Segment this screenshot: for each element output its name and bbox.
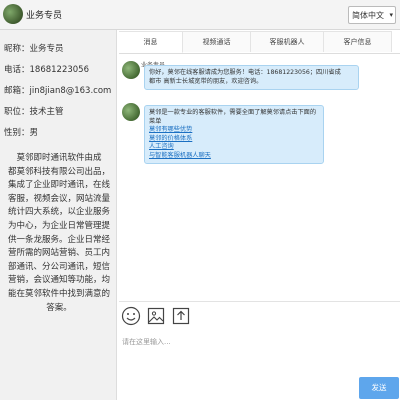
- file-upload-icon[interactable]: [171, 306, 191, 326]
- language-select[interactable]: 简体中文 ▾: [348, 6, 396, 24]
- tab-messages[interactable]: 消息: [119, 31, 183, 53]
- image-icon[interactable]: [146, 306, 166, 326]
- profile-position: 职位：技术主管: [4, 107, 64, 117]
- intro-line: 营所需的网站营销、员工内: [7, 248, 110, 259]
- chat-tabs: 消息 视频通话 客服机器人 客户信息: [119, 31, 400, 54]
- language-select-value: 简体中文: [352, 11, 384, 20]
- intro-line: 莫邻即时通讯软件由成: [16, 153, 102, 163]
- emoji-icon[interactable]: [121, 306, 141, 326]
- intro-line: 都莫邻科技有限公司出品，: [7, 166, 110, 177]
- intro-line: 为中心，为企业日常管理提: [7, 220, 110, 231]
- message-text: 你好，莫邻在线客服请成为您服务！电话：18681223056；四川省成: [149, 69, 341, 76]
- message-text: 都市 高新士长城宽带的朋友，欢迎咨询。: [149, 77, 263, 85]
- agent-title: 业务专员: [26, 11, 63, 21]
- message-input[interactable]: 请在这里输入... 发送: [119, 331, 400, 400]
- send-button[interactable]: 发送: [359, 377, 399, 399]
- profile-email: 邮箱：jin8jian8@163.com: [4, 86, 112, 96]
- intro-line: 营销，会议通知等功能，均: [7, 275, 110, 286]
- intro-line: 供一条龙服务。企业日常经: [7, 234, 110, 245]
- intro-line: 能在莫邻软件中找到满意的: [7, 288, 110, 299]
- agent-avatar: [3, 4, 23, 24]
- profile-nickname: 昵称：业务专员: [4, 44, 64, 54]
- menu-link-robot-chat[interactable]: 与智能客服机器人聊天: [149, 152, 319, 161]
- input-placeholder: 请在这里输入...: [122, 338, 171, 346]
- tab-robot[interactable]: 客服机器人: [251, 31, 324, 52]
- tab-customer-info[interactable]: 客户信息: [324, 31, 392, 52]
- chat-area[interactable]: 业务专员 你好，莫邻在线客服请成为您服务！电话：18681223056；四川省成…: [119, 53, 400, 301]
- message-bubble: 你好，莫邻在线客服请成为您服务！电话：18681223056；四川省成 都市 高…: [144, 65, 359, 90]
- intro-line: 客服，视频会议，网站流量: [7, 193, 110, 204]
- input-toolbar: [119, 301, 400, 332]
- profile-phone: 电话：18681223056: [4, 65, 89, 75]
- profile-gender: 性别：男: [4, 128, 39, 138]
- menu-link-human-agent[interactable]: 人工咨询: [149, 143, 319, 152]
- chevron-down-icon: ▾: [389, 11, 393, 19]
- company-intro: 莫邻即时通讯软件由成 都莫邻科技有限公司出品， 集成了企业即时通讯，在线 客服，…: [4, 152, 114, 315]
- intro-line: 部通讯、分公司通讯，短信: [7, 261, 110, 272]
- menu-link-advantages[interactable]: 莫邻有哪些优势: [149, 126, 319, 135]
- message-avatar: [122, 61, 140, 79]
- tab-video-call[interactable]: 视频通话: [183, 31, 251, 52]
- menu-link-pricing[interactable]: 莫邻的价格体系: [149, 135, 319, 144]
- intro-line: 统计四大系统，以企业服务: [7, 207, 110, 218]
- message-text: 莫邻是一款专业的客服软件，需要全面了解莫邻请点击下面的菜单: [149, 109, 317, 125]
- top-bar: 业务专员 简体中文 ▾: [0, 0, 400, 30]
- intro-line: 答案。: [46, 302, 72, 313]
- message-bubble: 莫邻是一款专业的客服软件，需要全面了解莫邻请点击下面的菜单 莫邻有哪些优势 莫邻…: [144, 105, 324, 164]
- message-avatar: [122, 103, 140, 121]
- intro-line: 集成了企业即时通讯，在线: [7, 180, 110, 191]
- profile-panel: 昵称：业务专员 电话：18681223056 邮箱：jin8jian8@163.…: [0, 30, 117, 400]
